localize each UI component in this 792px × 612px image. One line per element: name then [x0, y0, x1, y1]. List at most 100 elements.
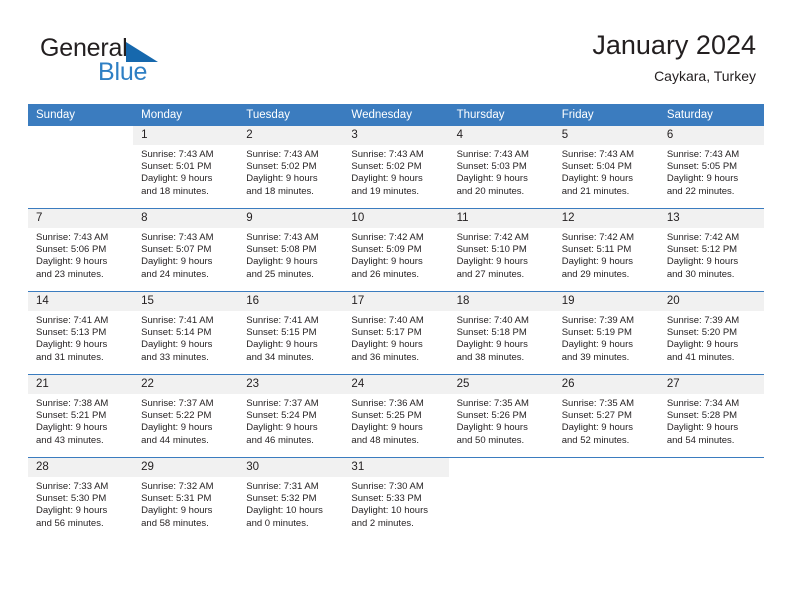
day-details: Sunrise: 7:43 AM Sunset: 5:07 PM Daylight:… [133, 228, 238, 281]
calendar-cell-day[interactable]: 9 Sunrise: 7:43 AM Sunset: 5:08 PM Daylight… [238, 208, 344, 292]
calendar-cell-day[interactable]: 12 Sunrise: 7:42 AM Sunset: 5:11 PM Dayligh… [553, 208, 659, 292]
day-details: Sunrise: 7:41 AM Sunset: 5:14 PM Daylight:… [133, 311, 238, 364]
sunrise-text: Sunrise: 7:37 AM [141, 398, 214, 409]
calendar-cell-day[interactable]: 17 Sunrise: 7:40 AM Sunset: 5:17 PM Dayligh… [343, 291, 449, 375]
calendar-cell-day[interactable]: 18 Sunrise: 7:40 AM Sunset: 5:18 PM Dayligh… [448, 291, 554, 375]
daylight-text-line1: Daylight: 9 hours [561, 256, 633, 268]
day-details: Sunrise: 7:42 AM Sunset: 5:09 PM Daylight:… [343, 228, 448, 281]
calendar-cell-day[interactable]: 20 Sunrise: 7:39 AM Sunset: 5:20 PM Dayligh… [658, 291, 764, 375]
day-cell-inner: 10 Sunrise: 7:42 AM Sunset: 5:09 PM Dayligh… [343, 209, 449, 291]
calendar-cell-day[interactable]: 29 Sunrise: 7:32 AM Sunset: 5:31 PM Dayligh… [133, 457, 239, 540]
calendar-week-row: 28 Sunrise: 7:33 AM Sunset: 5:30 PM Dayligh… [28, 457, 764, 540]
day-details: Sunrise: 7:31 AM Sunset: 5:32 PM Daylight:… [238, 477, 343, 530]
calendar-cell-day[interactable]: 6 Sunrise: 7:43 AM Sunset: 5:05 PM Daylight… [658, 126, 764, 209]
daylight-text-line1: Daylight: 9 hours [141, 339, 213, 351]
daylight-text-line2: and 36 minutes. [351, 351, 420, 363]
calendar-cell-day[interactable]: 10 Sunrise: 7:42 AM Sunset: 5:09 PM Dayligh… [343, 208, 449, 292]
sunrise-text: Sunrise: 7:42 AM [666, 232, 740, 243]
day-details: Sunrise: 7:43 AM Sunset: 5:08 PM Daylight:… [238, 228, 343, 281]
daylight-text-line2: and 27 minutes. [456, 268, 525, 280]
calendar-cell-day[interactable]: 3 Sunrise: 7:43 AM Sunset: 5:02 PM Daylight… [343, 126, 449, 209]
calendar-cell-day[interactable]: 14 Sunrise: 7:41 AM Sunset: 5:13 PM Dayligh… [28, 291, 134, 375]
sunset-text: Sunset: 5:18 PM [456, 327, 527, 339]
day-number: 21 [28, 375, 134, 394]
calendar-cell-day[interactable]: 4 Sunrise: 7:43 AM Sunset: 5:03 PM Daylight… [448, 126, 554, 209]
daylight-text-line2: and 2 minutes. [351, 517, 414, 529]
day-number: 24 [343, 375, 449, 394]
day-number: 4 [448, 126, 554, 145]
daylight-text-line1: Daylight: 9 hours [666, 422, 739, 434]
calendar-cell-day[interactable]: 21 Sunrise: 7:38 AM Sunset: 5:21 PM Dayligh… [28, 374, 134, 458]
day-number: 12 [553, 209, 659, 228]
calendar-cell-day[interactable]: 11 Sunrise: 7:42 AM Sunset: 5:10 PM Dayligh… [448, 208, 554, 292]
daylight-text-line1: Daylight: 9 hours [666, 339, 739, 351]
sunrise-text: Sunrise: 7:33 AM [36, 481, 109, 492]
general-blue-logo[interactable]: General Blue [40, 34, 220, 90]
weekday-header-sunday: Sunday [28, 104, 134, 126]
calendar-cell-day[interactable]: 19 Sunrise: 7:39 AM Sunset: 5:19 PM Dayligh… [553, 291, 659, 375]
sunset-text: Sunset: 5:20 PM [666, 327, 738, 339]
daylight-text-line1: Daylight: 9 hours [351, 422, 423, 434]
day-cell-inner: 23 Sunrise: 7:37 AM Sunset: 5:24 PM Dayligh… [238, 375, 344, 457]
calendar-cell-day[interactable]: 8 Sunrise: 7:43 AM Sunset: 5:07 PM Daylight… [133, 208, 239, 292]
daylight-text-line1: Daylight: 9 hours [36, 256, 108, 268]
daylight-text-line2: and 41 minutes. [666, 351, 735, 363]
calendar-cell-day[interactable]: 1 Sunrise: 7:43 AM Sunset: 5:01 PM Daylight… [133, 126, 239, 209]
day-number: 18 [448, 292, 554, 311]
sunrise-text: Sunrise: 7:35 AM [561, 398, 635, 409]
calendar-cell-day[interactable]: 5 Sunrise: 7:43 AM Sunset: 5:04 PM Daylight… [553, 126, 659, 209]
day-cell-inner: 1 Sunrise: 7:43 AM Sunset: 5:01 PM Daylight… [133, 126, 239, 208]
day-number: 20 [658, 292, 764, 311]
sunset-text: Sunset: 5:11 PM [561, 244, 632, 256]
calendar-week-row: 14 Sunrise: 7:41 AM Sunset: 5:13 PM Dayligh… [28, 291, 764, 375]
daylight-text-line1: Daylight: 9 hours [36, 422, 108, 434]
calendar-cell-day[interactable]: 16 Sunrise: 7:41 AM Sunset: 5:15 PM Dayligh… [238, 291, 344, 375]
sunset-text: Sunset: 5:19 PM [561, 327, 632, 339]
daylight-text-line1: Daylight: 9 hours [246, 173, 318, 185]
day-cell-inner: 11 Sunrise: 7:42 AM Sunset: 5:10 PM Dayligh… [448, 209, 554, 291]
daylight-text-line1: Daylight: 9 hours [36, 505, 108, 517]
calendar-cell-day[interactable]: 25 Sunrise: 7:35 AM Sunset: 5:26 PM Dayligh… [448, 374, 554, 458]
daylight-text-line1: Daylight: 9 hours [456, 256, 528, 268]
sunset-text: Sunset: 5:27 PM [561, 410, 632, 422]
day-details [28, 145, 133, 149]
daylight-text-line1: Daylight: 9 hours [246, 422, 318, 434]
calendar-cell-day[interactable]: 22 Sunrise: 7:37 AM Sunset: 5:22 PM Dayligh… [133, 374, 239, 458]
calendar-cell-day[interactable]: 15 Sunrise: 7:41 AM Sunset: 5:14 PM Dayligh… [133, 291, 239, 375]
logo-text-blue: Blue [98, 58, 148, 86]
day-details: Sunrise: 7:42 AM Sunset: 5:12 PM Daylight:… [659, 228, 764, 281]
sunrise-text: Sunrise: 7:37 AM [246, 398, 319, 409]
day-cell-inner [28, 126, 133, 208]
sunset-text: Sunset: 5:09 PM [351, 244, 422, 256]
day-details: Sunrise: 7:32 AM Sunset: 5:31 PM Daylight:… [133, 477, 238, 530]
calendar-cell-day[interactable]: 13 Sunrise: 7:42 AM Sunset: 5:12 PM Dayligh… [658, 208, 764, 292]
daylight-text-line1: Daylight: 9 hours [246, 256, 318, 268]
day-details [659, 477, 764, 481]
calendar-cell-day[interactable]: 7 Sunrise: 7:43 AM Sunset: 5:06 PM Daylight… [28, 208, 134, 292]
day-number [554, 458, 659, 477]
calendar-body: 1 Sunrise: 7:43 AM Sunset: 5:01 PM Daylight… [28, 126, 764, 540]
daylight-text-line2: and 52 minutes. [561, 434, 630, 446]
calendar-cell-empty [553, 457, 659, 540]
calendar-cell-day[interactable]: 2 Sunrise: 7:43 AM Sunset: 5:02 PM Daylight… [238, 126, 344, 209]
daylight-text-line1: Daylight: 9 hours [561, 173, 633, 185]
day-cell-inner: 22 Sunrise: 7:37 AM Sunset: 5:22 PM Dayligh… [133, 375, 239, 457]
calendar-cell-day[interactable]: 31 Sunrise: 7:30 AM Sunset: 5:33 PM Dayligh… [343, 457, 449, 540]
sunrise-text: Sunrise: 7:43 AM [36, 232, 109, 243]
day-details: Sunrise: 7:35 AM Sunset: 5:27 PM Daylight:… [554, 394, 659, 447]
sunrise-text: Sunrise: 7:39 AM [666, 315, 740, 326]
calendar-cell-day[interactable]: 23 Sunrise: 7:37 AM Sunset: 5:24 PM Dayligh… [238, 374, 344, 458]
day-cell-inner: 19 Sunrise: 7:39 AM Sunset: 5:19 PM Dayligh… [553, 292, 659, 374]
day-number: 10 [343, 209, 449, 228]
calendar-cell-day[interactable]: 24 Sunrise: 7:36 AM Sunset: 5:25 PM Dayligh… [343, 374, 449, 458]
daylight-text-line1: Daylight: 9 hours [351, 339, 423, 351]
daylight-text-line1: Daylight: 9 hours [666, 256, 739, 268]
calendar-cell-empty [658, 457, 764, 540]
calendar-cell-day[interactable]: 30 Sunrise: 7:31 AM Sunset: 5:32 PM Dayligh… [238, 457, 344, 540]
day-cell-inner: 9 Sunrise: 7:43 AM Sunset: 5:08 PM Daylight… [238, 209, 344, 291]
day-details: Sunrise: 7:43 AM Sunset: 5:05 PM Daylight:… [659, 145, 764, 198]
calendar-cell-day[interactable]: 28 Sunrise: 7:33 AM Sunset: 5:30 PM Dayligh… [28, 457, 134, 540]
calendar-cell-day[interactable]: 27 Sunrise: 7:34 AM Sunset: 5:28 PM Dayligh… [658, 374, 764, 458]
calendar-week-row: 21 Sunrise: 7:38 AM Sunset: 5:21 PM Dayligh… [28, 374, 764, 458]
calendar-cell-day[interactable]: 26 Sunrise: 7:35 AM Sunset: 5:27 PM Dayligh… [553, 374, 659, 458]
